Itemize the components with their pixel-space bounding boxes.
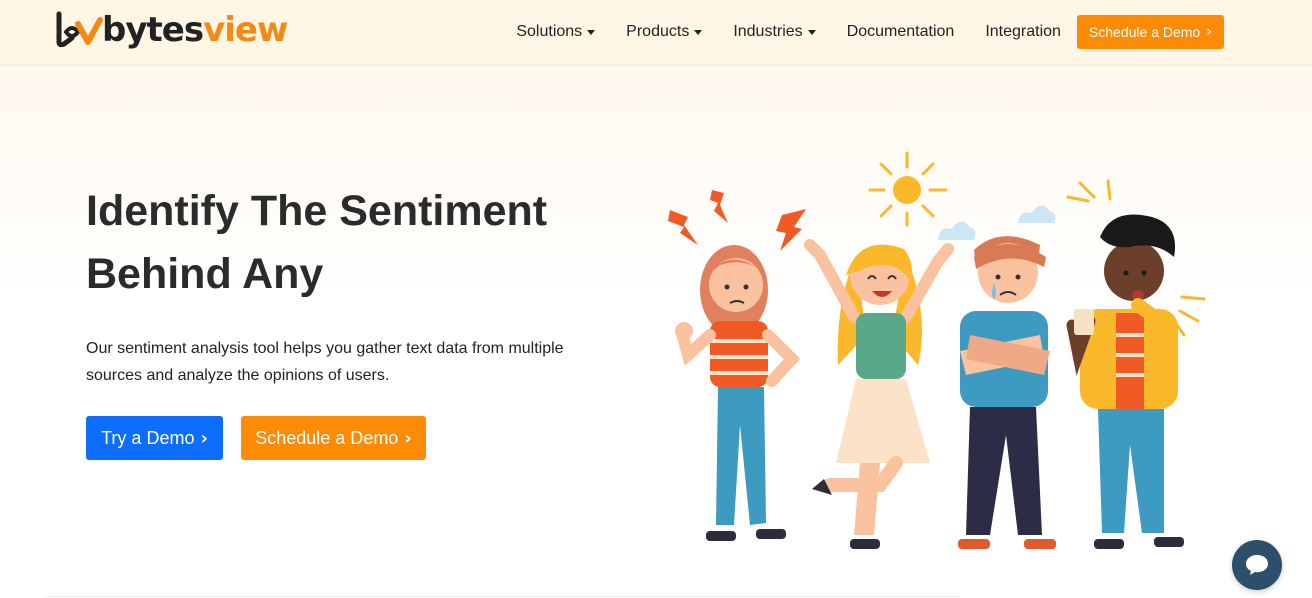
chevron-right-icon: › [404,427,412,449]
sun-icon [868,151,948,227]
chevron-right-icon: › [1206,24,1212,40]
caret-down-icon [694,29,703,35]
worried-boy-figure [1066,214,1184,549]
page: bytesview Solutions Products Industries … [0,0,1312,598]
chat-bubble-icon [1246,555,1268,575]
nav-item-integration[interactable]: Integration [985,23,1061,41]
site-header: bytesview Solutions Products Industries … [0,0,1312,64]
lightning-icon [668,190,806,251]
button-label: Schedule a Demo [255,427,399,448]
chevron-right-icon: › [200,427,208,449]
nav-item-documentation[interactable]: Documentation [847,23,955,41]
nav-label: Solutions [516,23,583,40]
hero-title-line2: Behind Any [86,250,324,298]
logo-text-dark: bytes [102,10,204,50]
hero-description: Our sentiment analysis tool helps you ga… [86,340,564,384]
logo-wordmark: bytesview [102,10,288,50]
section-divider [44,596,960,597]
logo-mark-icon [56,11,103,48]
nav-item-solutions[interactable]: Solutions [516,23,596,41]
logo-text-accent: view [203,10,288,50]
nav-item-industries[interactable]: Industries [733,23,816,41]
try-demo-button[interactable]: Try a Demo › [86,416,223,460]
main-nav: Solutions Products Industries Documentat… [485,0,1224,64]
cloud-icon [938,205,1056,240]
bytesview-logo[interactable]: bytesview [56,10,288,50]
chat-widget-button[interactable] [1232,540,1282,590]
nav-label: Documentation [846,23,955,40]
nav-item-products[interactable]: Products [626,23,703,41]
hero-title-line1: Identify The Sentiment [86,187,548,235]
people-emotions-illustration [668,151,1206,549]
caret-down-icon [807,29,816,35]
nav-label: Integration [985,23,1061,40]
nav-label: Industries [733,23,803,40]
caret-down-icon [587,29,596,35]
nav-label: Products [626,23,690,40]
angry-girl-figure [675,245,801,541]
sad-boy-figure [958,236,1056,549]
schedule-demo-button[interactable]: Schedule a Demo › [241,416,426,460]
hero-title: Identify The Sentiment Behind Any [86,180,606,306]
button-label: Schedule a Demo [1088,24,1201,40]
schedule-demo-nav-button[interactable]: Schedule a Demo › [1076,15,1224,49]
button-label: Try a Demo [101,427,195,448]
happy-girl-figure [804,239,954,549]
